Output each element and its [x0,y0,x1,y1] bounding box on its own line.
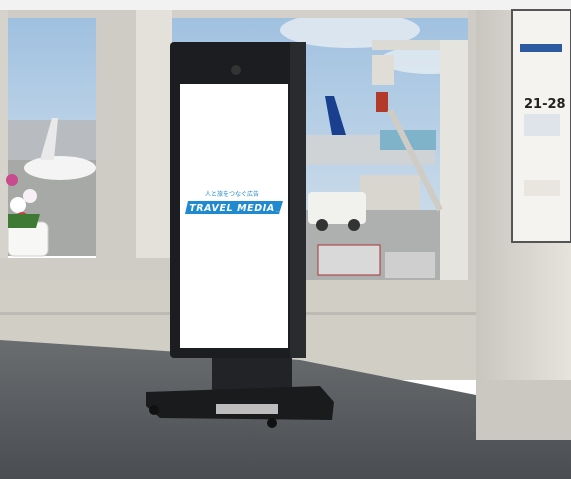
ceiling [0,0,571,10]
camera-icon [231,65,241,75]
kiosk-screen [180,84,288,348]
window-frame-left [0,10,8,265]
jet-bridge [440,40,472,302]
gate-sign: 21-28 [511,9,571,243]
kiosk-base [146,386,334,420]
gate-numbers: 21-28 [524,97,566,112]
airport-gate-photo: 21-28 人と旅をつなぐ広告 TRAVEL MEDIA ... [0,0,571,479]
baggage-cart [317,244,381,276]
airplane-left [24,156,96,180]
pushback-tug [308,192,366,224]
brand-suffix: ... [276,208,281,214]
photo-canvas: 21-28 人と旅をつなぐ広告 TRAVEL MEDIA ... [0,0,571,479]
signage-tagline: 人と旅をつなぐ広告 [205,190,259,198]
window-pillar [96,10,136,268]
brand-logo-text: TRAVEL MEDIA [189,203,275,214]
